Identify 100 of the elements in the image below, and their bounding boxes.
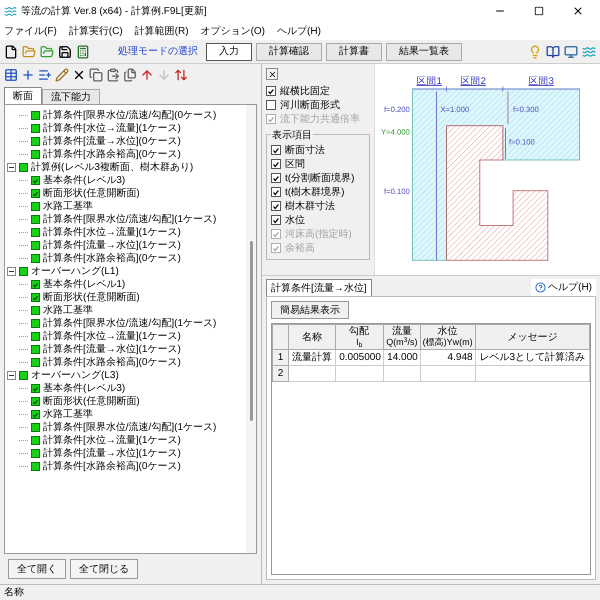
collapse-icon[interactable]	[7, 371, 16, 380]
checkbox-label: 河川断面形式	[280, 98, 340, 112]
mode-tab[interactable]: 入力	[206, 42, 252, 60]
condition-tab[interactable]: 計算条件[流量→水位]	[266, 279, 372, 296]
tree-item[interactable]: 計算条件[水路余裕高](0ケース)	[43, 459, 181, 474]
status-text: 名称	[4, 586, 24, 600]
checkbox-label: t(樹木群境界)	[285, 186, 344, 200]
swap-arrows-icon[interactable]	[174, 68, 188, 82]
tree-item[interactable]: 計算条件[水路余裕高](0ケース)	[43, 147, 181, 162]
tree-item[interactable]: 水路工基準	[43, 407, 93, 422]
menu-item[interactable]: オプション(O)	[200, 24, 266, 38]
copy-icon[interactable]	[89, 68, 103, 82]
help-button[interactable]: ヘルプ(H)	[531, 279, 596, 296]
table-cell: レベル3として計算済み	[475, 350, 590, 366]
checkbox-label: t(分割断面境界)	[285, 172, 354, 186]
tree-item[interactable]: 基本条件(レベル1)	[43, 277, 126, 292]
monitor-icon[interactable]	[564, 44, 578, 58]
column-header: メッセージ	[475, 324, 590, 350]
checkbox[interactable]	[271, 173, 281, 183]
panel-tab[interactable]: 流下能力	[42, 89, 100, 104]
tree-item[interactable]: 水路工基準	[43, 199, 93, 214]
tree-item[interactable]: 計算条件[流量→水位](1ケース)	[43, 342, 181, 357]
column-header: 勾配 I$_{b}$	[335, 324, 384, 350]
menu-item[interactable]: ヘルプ(H)	[277, 24, 321, 38]
help-icon	[535, 282, 546, 293]
column-header: 流量 Q(m$^{3}$/s)	[383, 324, 420, 350]
tree-item[interactable]: 基本条件(レベル3)	[43, 381, 126, 396]
section-label: 区間1	[416, 76, 442, 87]
tree-item[interactable]: 断面形状(任意開断面)	[43, 394, 140, 409]
mode-tab[interactable]: 計算書	[326, 42, 382, 60]
checkbox-label: 水位	[285, 214, 305, 228]
checkbox[interactable]	[271, 187, 281, 197]
calculator-icon[interactable]	[76, 44, 90, 58]
collapse-icon[interactable]	[7, 267, 16, 276]
table-icon[interactable]	[4, 68, 18, 82]
checkbox-label: 断面寸法	[285, 144, 325, 158]
tree-item[interactable]: オーバーハング(L1)	[31, 264, 119, 279]
tree-item[interactable]: 計算条件[水位→流量](1ケース)	[43, 329, 181, 344]
close-icon	[268, 70, 276, 78]
checkbox[interactable]	[271, 159, 281, 169]
tree-button[interactable]: 全て開く	[8, 559, 66, 579]
wave-icon[interactable]	[582, 44, 596, 58]
checkbox-label: 河床高(指定時)	[285, 228, 352, 242]
group-title: 表示項目	[271, 128, 313, 143]
close-panel-button[interactable]	[266, 68, 278, 80]
tree-item[interactable]: 計算条件[水位→流量](1ケース)	[43, 121, 181, 136]
maximize-icon[interactable]	[534, 6, 544, 16]
scrollbar[interactable]	[246, 105, 256, 553]
collapse-icon[interactable]	[7, 163, 16, 172]
window-title: 等流の計算 Ver.8 (x64) - 計算例.F9L[更新]	[21, 4, 208, 18]
panel-tab[interactable]: 断面	[4, 87, 42, 104]
tree-button[interactable]: 全て閉じる	[70, 559, 138, 579]
duplicate-icon[interactable]	[123, 68, 137, 82]
tree-item[interactable]: 計算条件[限界水位/流速/勾配](1ケース)	[43, 316, 216, 331]
pencil-icon[interactable]	[55, 68, 69, 82]
close-icon[interactable]	[572, 5, 584, 17]
mode-tab[interactable]: 計算確認	[256, 42, 322, 60]
tree-item[interactable]: 計算条件[限界水位/流速/勾配](0ケース)	[43, 108, 216, 123]
table-cell: 4.948	[420, 350, 476, 366]
add-icon[interactable]	[21, 68, 35, 82]
tree-item[interactable]: 計算条件[流量→水位](1ケース)	[43, 446, 181, 461]
checkbox-label: 余裕高	[285, 242, 315, 256]
summary-button[interactable]: 簡易結果表示	[271, 301, 349, 319]
column-header: 水位 (標高)Yw(m)	[420, 324, 476, 350]
tree-item[interactable]: 水路工基準	[43, 303, 93, 318]
tree-item[interactable]: オーバーハング(L3)	[31, 368, 119, 383]
table-cell: 流量計算	[288, 350, 336, 366]
tree-item[interactable]: 計算条件[水位→流量](1ケース)	[43, 225, 181, 240]
insert-icon[interactable]	[38, 68, 52, 82]
menu-item[interactable]: 計算範囲(R)	[134, 24, 189, 38]
menu-item[interactable]: ファイル(F)	[4, 24, 57, 38]
checkbox[interactable]	[266, 86, 276, 96]
tree-item[interactable]: 計算条件[水路余裕高](0ケース)	[43, 355, 181, 370]
save-icon[interactable]	[58, 44, 72, 58]
table-cell: 0.005000	[335, 350, 384, 366]
tree-item[interactable]: 計算例(レベル3複断面、樹木群あり)	[31, 160, 194, 175]
tree-item[interactable]: 計算条件[流量→水位](1ケース)	[43, 238, 181, 253]
paste-icon[interactable]	[106, 68, 120, 82]
checkbox[interactable]	[271, 215, 281, 225]
mode-tab[interactable]: 結果一覧表	[386, 42, 462, 60]
checkbox-label: 区間	[285, 158, 305, 172]
book-icon[interactable]	[546, 44, 560, 58]
section-label: 区間2	[460, 76, 486, 87]
tree-item[interactable]: 計算条件[限界水位/流速/勾配](1ケース)	[43, 420, 216, 435]
checkbox[interactable]	[266, 100, 276, 110]
tree-item[interactable]: 計算条件[流量→水位](0ケース)	[43, 134, 181, 149]
new-file-icon[interactable]	[4, 44, 18, 58]
tree-item[interactable]: 計算条件[水路余裕高](0ケース)	[43, 251, 181, 266]
checkbox-label: 樹木群寸法	[285, 200, 335, 214]
checkbox[interactable]	[271, 145, 281, 155]
tree-item[interactable]: 計算条件[限界水位/流速/勾配](1ケース)	[43, 212, 216, 227]
app-logo-icon	[4, 4, 17, 18]
tree-item[interactable]: 基本条件(レベル3)	[43, 173, 126, 188]
menu-item[interactable]: 計算実行(C)	[68, 24, 123, 38]
tree-item[interactable]: 計算条件[水位→流量](1ケース)	[43, 433, 181, 448]
tree-item[interactable]: 断面形状(任意開断面)	[43, 290, 140, 305]
delete-icon[interactable]	[72, 68, 86, 82]
table-cell: 14.000	[383, 350, 420, 366]
tree-item[interactable]: 断面形状(任意開断面)	[43, 186, 140, 201]
checkbox[interactable]	[271, 201, 281, 211]
